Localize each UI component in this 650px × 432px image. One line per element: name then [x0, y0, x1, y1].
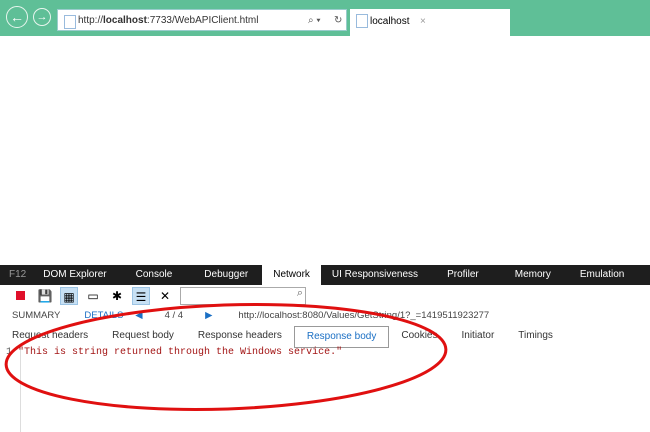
annotation-ellipse: [4, 302, 448, 412]
